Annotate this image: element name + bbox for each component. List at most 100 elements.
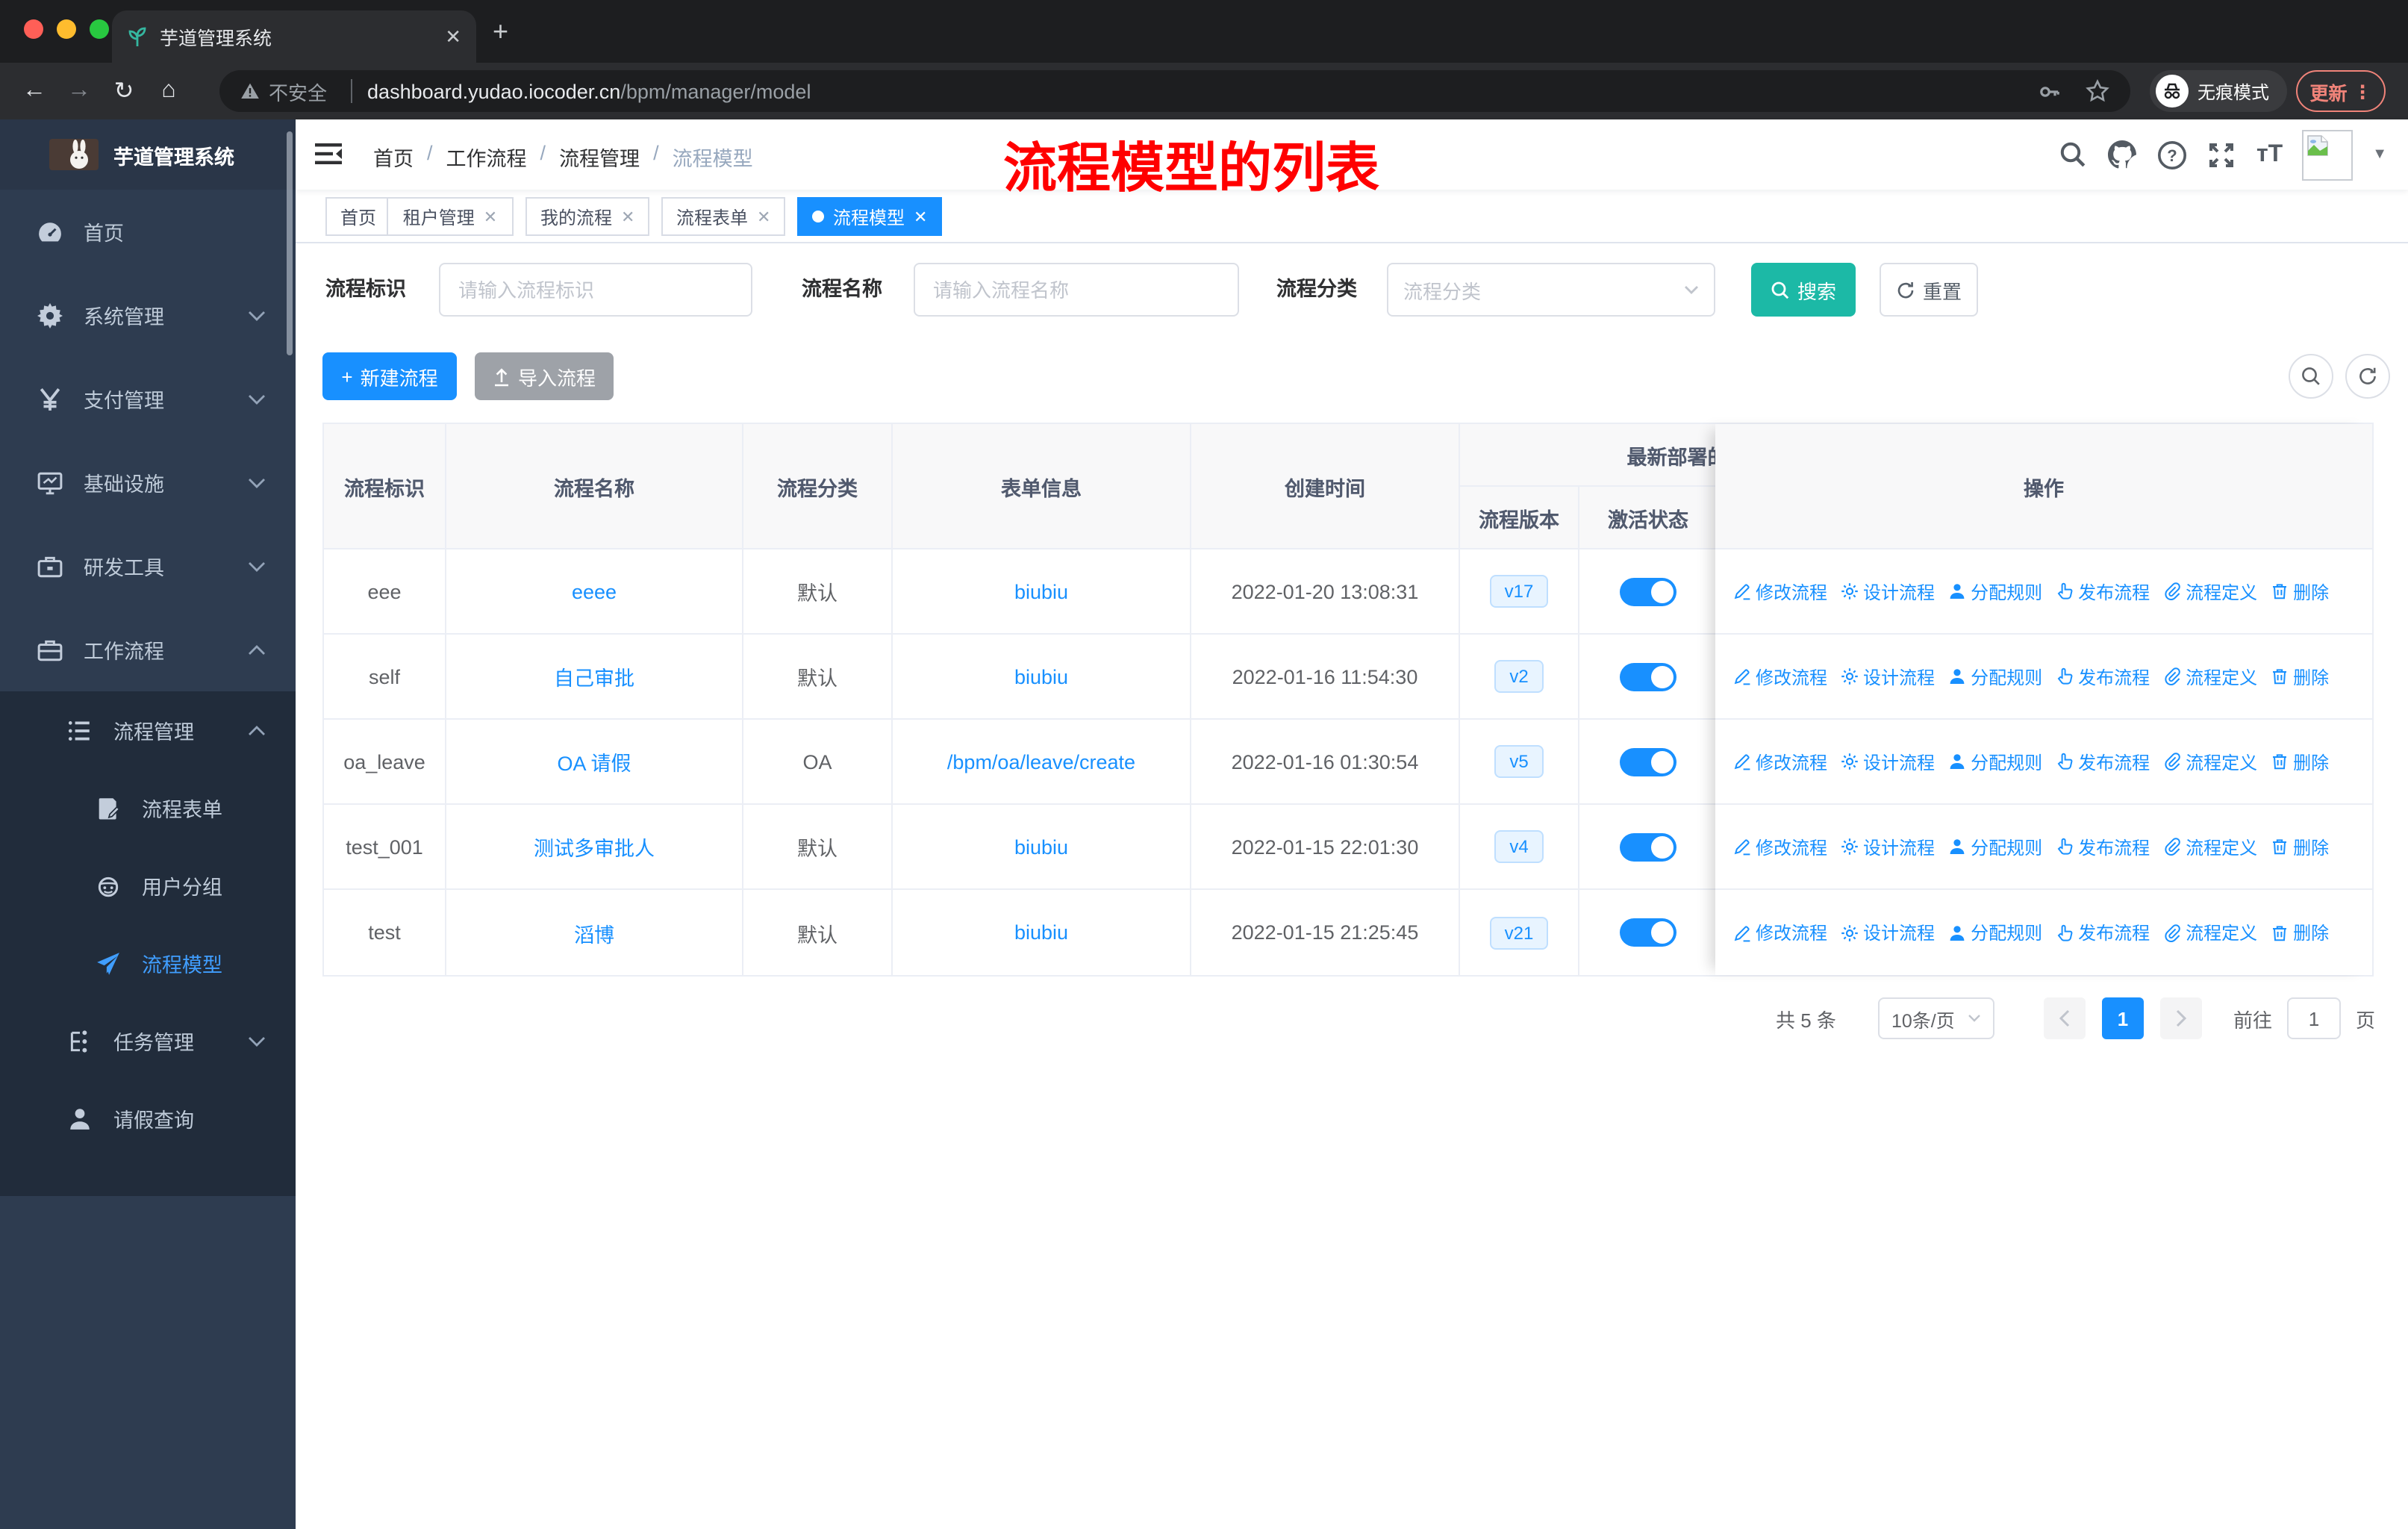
cell-link[interactable]: biubiu — [1014, 835, 1068, 858]
action-设计流程[interactable]: 设计流程 — [1841, 920, 1935, 945]
cell-link[interactable]: biubiu — [1014, 921, 1068, 944]
macos-traffic-lights[interactable] — [24, 19, 109, 39]
action-设计流程[interactable]: 设计流程 — [1841, 579, 1935, 604]
tag-tab-首页[interactable]: 首页 — [325, 197, 392, 236]
sidebar-item-工作流程[interactable]: 工作流程 — [0, 608, 296, 691]
sidebar-item-用户分组[interactable]: 用户分组 — [0, 847, 296, 924]
sidebar-item-基础设施[interactable]: 基础设施 — [0, 440, 296, 524]
security-warning[interactable]: 不安全 — [240, 77, 367, 105]
font-size-icon[interactable]: ᴛT — [2256, 141, 2283, 168]
goto-page-input[interactable] — [2286, 997, 2341, 1039]
action-删除[interactable]: 删除 — [2271, 834, 2329, 859]
tag-close-icon[interactable]: ✕ — [757, 207, 770, 226]
action-删除[interactable]: 删除 — [2271, 920, 2329, 945]
action-发布流程[interactable]: 发布流程 — [2056, 920, 2150, 945]
refresh-table-button[interactable] — [2345, 354, 2390, 399]
action-设计流程[interactable]: 设计流程 — [1841, 664, 1935, 689]
action-发布流程[interactable]: 发布流程 — [2056, 749, 2150, 774]
action-分配规则[interactable]: 分配规则 — [1948, 664, 2042, 689]
forward-icon[interactable]: → — [57, 78, 102, 105]
tag-close-icon[interactable]: ✕ — [621, 207, 634, 226]
action-修改流程[interactable]: 修改流程 — [1733, 664, 1827, 689]
next-page-button[interactable] — [2159, 997, 2202, 1039]
action-发布流程[interactable]: 发布流程 — [2056, 579, 2150, 604]
action-修改流程[interactable]: 修改流程 — [1733, 749, 1827, 774]
minimize-window-button[interactable] — [57, 19, 76, 39]
category-select[interactable]: 流程分类 — [1387, 263, 1715, 317]
home-icon[interactable]: ⌂ — [146, 78, 191, 105]
sidebar-item-流程模型[interactable]: 流程模型 — [0, 924, 296, 1002]
reload-icon[interactable]: ↻ — [102, 76, 146, 106]
breadcrumb-item[interactable]: 流程管理 — [559, 142, 640, 172]
browser-tab[interactable]: 芋道管理系统 ✕ — [112, 10, 476, 63]
chrome-update-button[interactable]: 更新 ⋮ — [2296, 70, 2386, 112]
create-process-button[interactable]: + 新建流程 — [322, 352, 457, 400]
sidebar-item-研发工具[interactable]: 研发工具 — [0, 524, 296, 608]
active-toggle[interactable] — [1620, 662, 1676, 691]
tag-tab-流程表单[interactable]: 流程表单 ✕ — [661, 197, 786, 236]
tag-close-icon[interactable]: ✕ — [484, 207, 497, 226]
sidebar-item-系统管理[interactable]: 系统管理 — [0, 273, 296, 357]
action-流程定义[interactable]: 流程定义 — [2163, 749, 2257, 774]
sidebar-item-首页[interactable]: 首页 — [0, 190, 296, 273]
action-修改流程[interactable]: 修改流程 — [1733, 920, 1827, 945]
kebab-menu-icon[interactable]: ⋮ — [2354, 80, 2372, 102]
cell-link[interactable]: /bpm/oa/leave/create — [947, 750, 1135, 773]
action-流程定义[interactable]: 流程定义 — [2163, 920, 2257, 945]
sidebar-item-任务管理[interactable]: 任务管理 — [0, 1002, 296, 1080]
action-流程定义[interactable]: 流程定义 — [2163, 579, 2257, 604]
sidebar-scrollbar[interactable] — [287, 131, 293, 355]
avatar[interactable] — [2302, 129, 2354, 180]
tab-close-icon[interactable]: ✕ — [445, 25, 461, 49]
cell-link[interactable]: 测试多审批人 — [534, 832, 655, 862]
action-分配规则[interactable]: 分配规则 — [1948, 920, 2042, 945]
active-toggle[interactable] — [1620, 832, 1676, 861]
breadcrumb-item[interactable]: 工作流程 — [446, 142, 527, 172]
avatar-caret-icon[interactable]: ▼ — [2372, 146, 2387, 163]
help-icon[interactable]: ? — [2158, 140, 2188, 169]
address-bar[interactable]: 不安全 dashboard.yudao.iocoder.cn/bpm/manag… — [219, 70, 2130, 112]
app-logo[interactable]: 芋道管理系统 — [0, 119, 296, 190]
search-button[interactable]: 搜索 — [1751, 263, 1856, 317]
sidebar-item-流程表单[interactable]: 流程表单 — [0, 769, 296, 847]
process-name-input[interactable] — [914, 263, 1239, 317]
reset-button[interactable]: 重置 — [1880, 263, 1978, 317]
breadcrumb-item[interactable]: 首页 — [373, 142, 414, 172]
back-icon[interactable]: ← — [12, 78, 57, 105]
maximize-window-button[interactable] — [90, 19, 109, 39]
collapse-sidebar-icon[interactable] — [315, 142, 342, 166]
action-删除[interactable]: 删除 — [2271, 749, 2329, 774]
cell-link[interactable]: biubiu — [1014, 580, 1068, 602]
page-size-select[interactable]: 10条/页 — [1877, 997, 1994, 1039]
cell-link[interactable]: biubiu — [1014, 665, 1068, 688]
action-设计流程[interactable]: 设计流程 — [1841, 749, 1935, 774]
bookmark-star-icon[interactable] — [2086, 79, 2109, 103]
action-发布流程[interactable]: 发布流程 — [2056, 834, 2150, 859]
action-设计流程[interactable]: 设计流程 — [1841, 834, 1935, 859]
cell-link[interactable]: OA 请假 — [557, 747, 631, 776]
tag-close-icon[interactable]: ✕ — [914, 207, 927, 226]
tag-tab-租户管理[interactable]: 租户管理 ✕ — [387, 197, 514, 236]
new-tab-button[interactable]: + — [493, 18, 508, 45]
import-process-button[interactable]: 导入流程 — [475, 352, 614, 400]
page-number-1[interactable]: 1 — [2101, 997, 2144, 1039]
active-toggle[interactable] — [1620, 747, 1676, 776]
close-window-button[interactable] — [24, 19, 43, 39]
active-toggle[interactable] — [1620, 577, 1676, 605]
action-删除[interactable]: 删除 — [2271, 579, 2329, 604]
action-流程定义[interactable]: 流程定义 — [2163, 664, 2257, 689]
sidebar-item-请假查询[interactable]: 请假查询 — [0, 1080, 296, 1157]
sidebar-item-流程管理[interactable]: 流程管理 — [0, 691, 296, 769]
cell-link[interactable]: eeee — [572, 580, 617, 602]
url-text[interactable]: dashboard.yudao.iocoder.cn/bpm/manager/m… — [367, 80, 811, 102]
action-发布流程[interactable]: 发布流程 — [2056, 664, 2150, 689]
active-toggle[interactable] — [1620, 918, 1676, 947]
cell-link[interactable]: 滔博 — [574, 918, 614, 947]
action-分配规则[interactable]: 分配规则 — [1948, 579, 2042, 604]
fullscreen-icon[interactable] — [2207, 140, 2237, 169]
github-icon[interactable] — [2107, 139, 2139, 170]
cell-link[interactable]: 自己审批 — [554, 661, 634, 691]
action-修改流程[interactable]: 修改流程 — [1733, 579, 1827, 604]
password-key-icon[interactable] — [2036, 78, 2062, 104]
header-search-icon[interactable] — [2059, 140, 2088, 169]
